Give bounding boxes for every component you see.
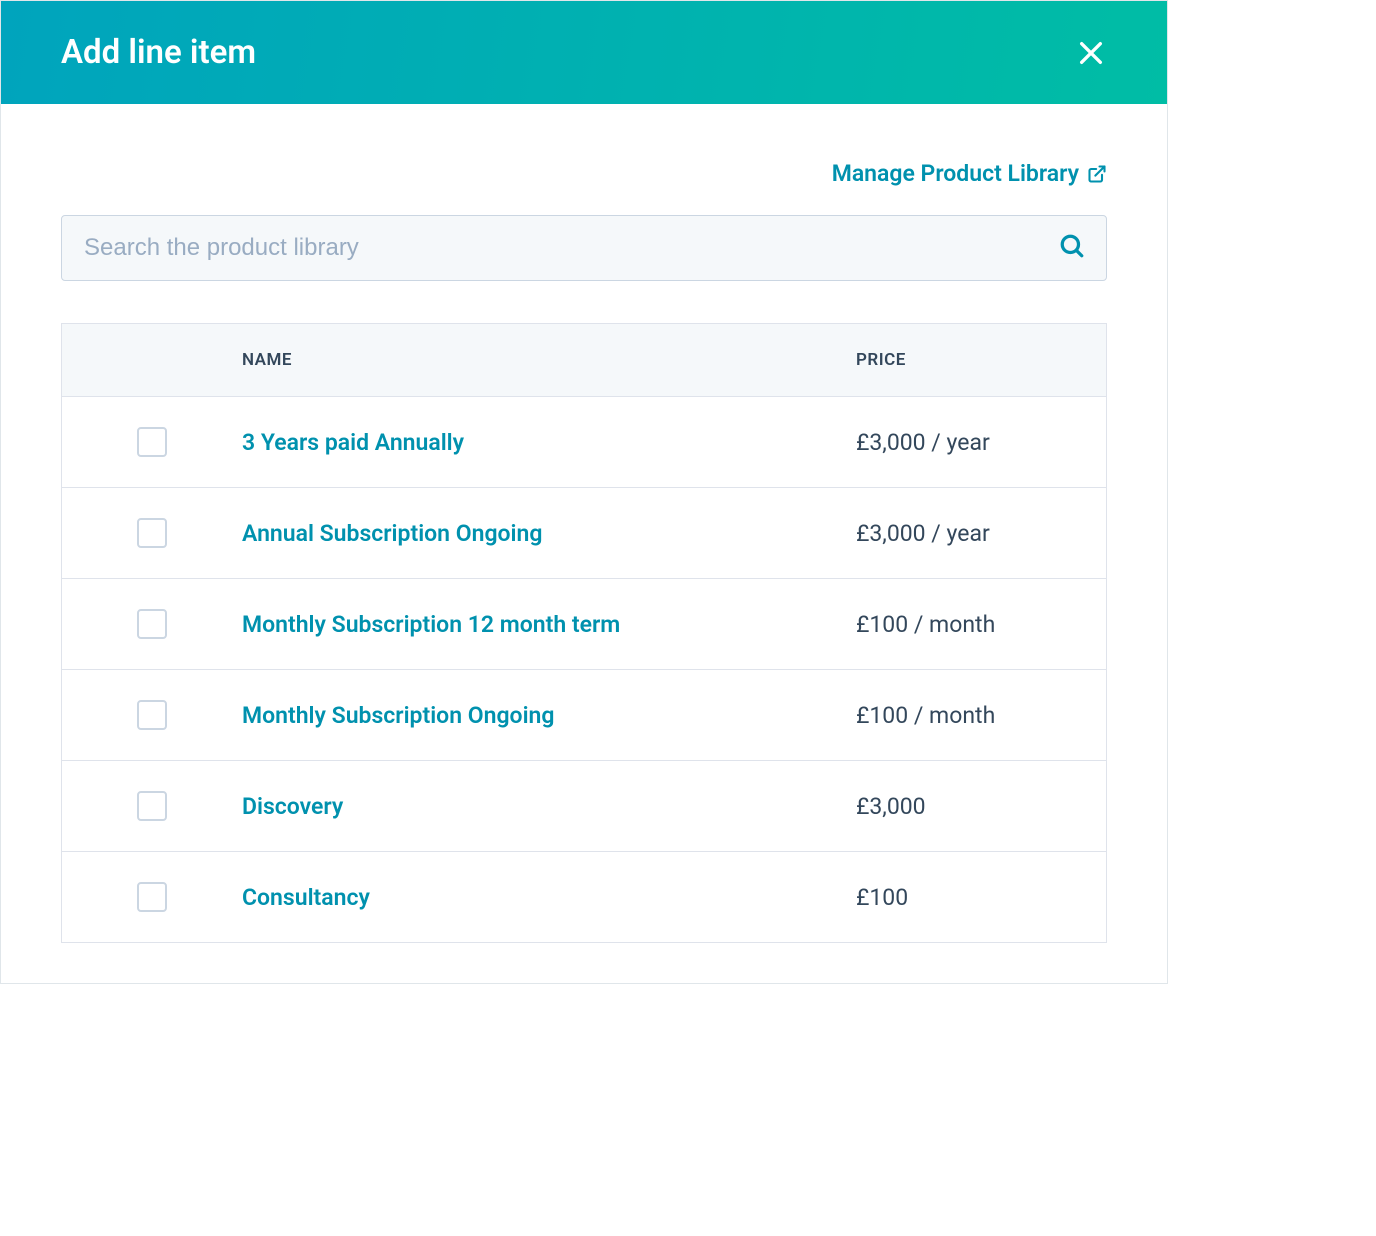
search-icon[interactable]	[1059, 233, 1085, 263]
product-price: £100	[856, 854, 1106, 941]
table-row: Annual Subscription Ongoing £3,000 / yea…	[62, 488, 1106, 579]
manage-link-row: Manage Product Library	[61, 160, 1107, 187]
manage-product-library-link[interactable]: Manage Product Library	[832, 160, 1107, 187]
header-price-col: PRICE	[856, 324, 1106, 396]
table-row: Consultancy £100	[62, 852, 1106, 942]
manage-link-label: Manage Product Library	[832, 160, 1079, 187]
close-icon[interactable]	[1075, 37, 1107, 69]
table-row: Discovery £3,000	[62, 761, 1106, 852]
product-name-link[interactable]: Monthly Subscription Ongoing	[242, 702, 554, 729]
row-checkbox[interactable]	[137, 518, 167, 548]
header-name-col: NAME	[242, 324, 856, 396]
row-checkbox[interactable]	[137, 609, 167, 639]
product-name-link[interactable]: Consultancy	[242, 884, 370, 911]
row-checkbox[interactable]	[137, 882, 167, 912]
row-checkbox[interactable]	[137, 700, 167, 730]
product-price: £100 / month	[856, 672, 1106, 759]
external-link-icon	[1087, 164, 1107, 184]
modal-title: Add line item	[61, 33, 256, 72]
modal-container: Add line item Manage Product Library	[0, 0, 1168, 984]
row-checkbox[interactable]	[137, 791, 167, 821]
product-name-link[interactable]: 3 Years paid Annually	[242, 429, 464, 456]
product-price: £3,000	[856, 763, 1106, 850]
table-row: Monthly Subscription 12 month term £100 …	[62, 579, 1106, 670]
product-table: NAME PRICE 3 Years paid Annually £3,000 …	[61, 323, 1107, 943]
modal-header: Add line item	[1, 1, 1167, 104]
header-checkbox-col	[62, 334, 242, 386]
search-input[interactable]	[61, 215, 1107, 281]
search-box	[61, 215, 1107, 281]
table-row: Monthly Subscription Ongoing £100 / mont…	[62, 670, 1106, 761]
modal-content: Manage Product Library	[1, 104, 1167, 983]
product-price: £3,000 / year	[856, 490, 1106, 577]
product-name-link[interactable]: Discovery	[242, 793, 343, 820]
row-checkbox[interactable]	[137, 427, 167, 457]
table-row: 3 Years paid Annually £3,000 / year	[62, 397, 1106, 488]
product-name-link[interactable]: Annual Subscription Ongoing	[242, 520, 542, 547]
table-header: NAME PRICE	[62, 324, 1106, 397]
product-name-link[interactable]: Monthly Subscription 12 month term	[242, 611, 620, 638]
product-price: £100 / month	[856, 581, 1106, 668]
product-price: £3,000 / year	[856, 399, 1106, 486]
